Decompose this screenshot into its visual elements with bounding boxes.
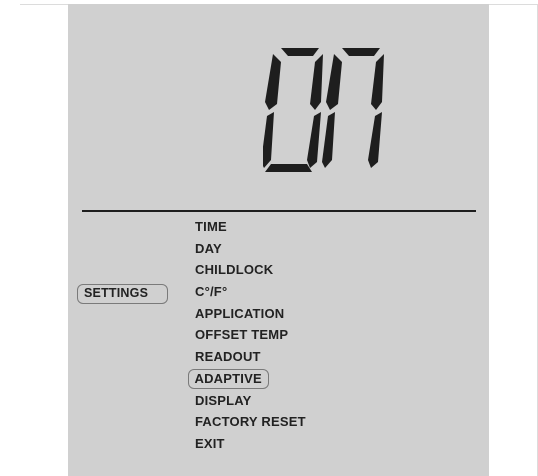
lcd-screen: SETTINGS TIME DAY CHILDLOCK C°/F° APPLIC…	[68, 4, 489, 476]
menu-item-label: APPLICATION	[195, 305, 285, 321]
menu-item-label: EXIT	[195, 435, 225, 451]
menu-item-factory-reset[interactable]: FACTORY RESET	[195, 411, 312, 433]
segment-b-2	[371, 54, 384, 110]
menu-item-time[interactable]: TIME	[195, 216, 312, 238]
menu-item-label: READOUT	[195, 349, 261, 365]
menu-item-label: ADAPTIVE	[187, 368, 269, 389]
menu-item-day[interactable]: DAY	[195, 238, 312, 260]
menu-item-childlock[interactable]: CHILDLOCK	[195, 259, 312, 281]
menu-item-label: TIME	[195, 219, 227, 234]
segment-e	[263, 112, 274, 168]
segment-c	[307, 112, 321, 168]
segment-e-2	[322, 112, 335, 168]
menu-item-label: DAY	[195, 240, 222, 256]
menu-item-offset-temp[interactable]: OFFSET TEMP	[195, 324, 312, 346]
menu-item-label: C°/F°	[195, 284, 228, 300]
menu-item-application[interactable]: APPLICATION	[195, 303, 312, 325]
seven-segment-display	[263, 48, 384, 172]
menu-item-display[interactable]: DISPLAY	[195, 390, 312, 412]
menu-item-temperature-unit[interactable]: C°/F°	[195, 281, 312, 303]
settings-label: SETTINGS	[77, 284, 168, 304]
segment-b	[310, 54, 323, 110]
segment-d	[265, 164, 312, 172]
menu-item-exit[interactable]: EXIT	[195, 433, 312, 455]
segment-c-2	[368, 112, 382, 168]
segment-a-2	[342, 48, 380, 56]
menu-item-label: DISPLAY	[195, 392, 252, 408]
segment-f-2	[326, 54, 342, 110]
divider-line	[82, 210, 476, 212]
segment-a	[281, 48, 319, 56]
menu-item-label: OFFSET TEMP	[195, 327, 289, 343]
menu-item-adaptive[interactable]: ADAPTIVE	[187, 368, 312, 390]
menu-item-label: FACTORY RESET	[195, 414, 306, 430]
settings-menu: TIME DAY CHILDLOCK C°/F° APPLICATION OFF…	[187, 216, 312, 455]
menu-item-label: CHILDLOCK	[195, 262, 274, 278]
segment-f	[265, 54, 281, 110]
menu-item-readout[interactable]: READOUT	[195, 346, 312, 368]
